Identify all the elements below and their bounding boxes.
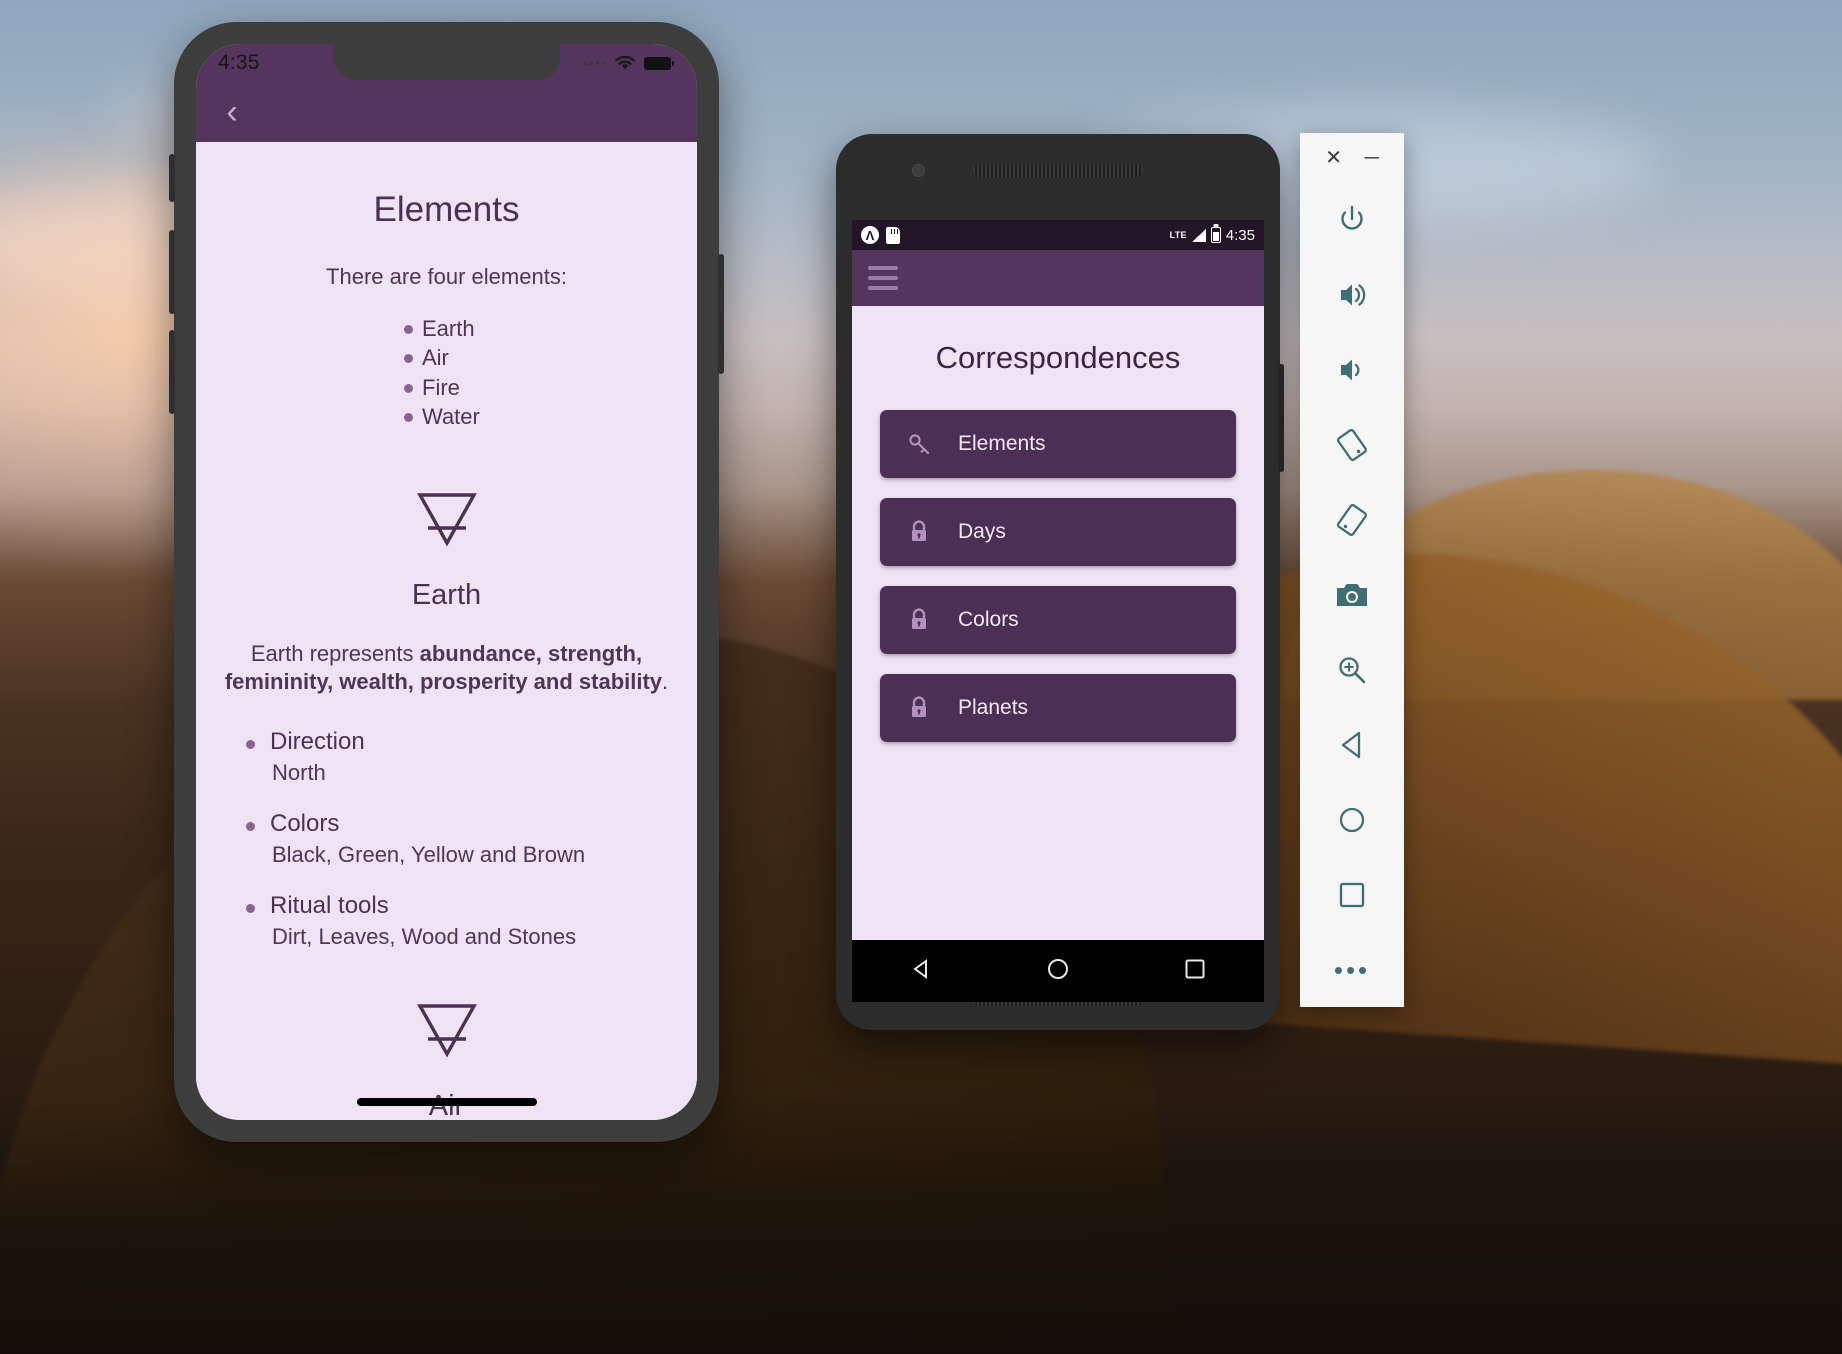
desc-tail: . — [662, 669, 669, 695]
back-nav-button[interactable] — [908, 956, 934, 987]
volume-down-button[interactable] — [1300, 333, 1404, 408]
earth-alchemical-symbol — [416, 493, 477, 547]
rotate-left-icon — [1336, 429, 1368, 462]
iphone-volume-up-button[interactable] — [169, 230, 175, 314]
minimize-icon[interactable]: ─ — [1365, 148, 1379, 168]
element-name: Earth — [411, 579, 482, 611]
rotate-right-button[interactable] — [1300, 483, 1404, 558]
circle-home-icon — [1339, 807, 1365, 832]
signal-icon — [1191, 228, 1206, 242]
iphone-power-button[interactable] — [718, 254, 724, 374]
android-status-bar: Λ LTE 4:35 — [852, 220, 1264, 250]
volume-up-icon — [1341, 284, 1366, 306]
square-overview-icon — [1339, 882, 1365, 907]
rotate-left-button[interactable] — [1300, 408, 1404, 483]
earth-symbol-wrap — [222, 483, 671, 553]
front-camera-icon — [912, 164, 925, 177]
screenshot-button[interactable] — [1300, 558, 1404, 633]
air-symbol-wrap — [222, 994, 671, 1064]
list-item: Ritual tools Dirt, Leaves, Wood and Ston… — [222, 892, 671, 950]
lock-icon — [880, 607, 958, 633]
emulator-toolbar: ✕ ─ ••• — [1300, 133, 1404, 1007]
menu-button-colors[interactable]: Colors — [880, 586, 1236, 654]
attribute-key: Colors — [270, 810, 340, 838]
zoom-button[interactable] — [1300, 632, 1404, 707]
earpiece-speaker — [973, 164, 1143, 177]
android-status-clock: 4:35 — [1225, 226, 1255, 244]
power-button[interactable] — [1300, 183, 1404, 258]
android-app-bar — [852, 250, 1264, 306]
page-title: Correspondences — [935, 340, 1181, 375]
menu-button-planets[interactable]: Planets — [880, 674, 1236, 742]
list-item: Water — [222, 402, 671, 431]
attribute-key: Ritual tools — [270, 892, 389, 920]
android-top-bezel — [836, 134, 1280, 220]
air-alchemical-symbol — [416, 1004, 477, 1058]
android-navigation-bar — [852, 940, 1264, 1002]
earth-attributes-list: Direction North Colors Black, Green, Yel… — [222, 728, 671, 950]
home-indicator[interactable] — [356, 1098, 537, 1106]
list-item: Colors Black, Green, Yellow and Brown — [222, 810, 671, 868]
app-logo-icon: Λ — [861, 226, 879, 244]
iphone-device-frame: 4:35 ‹ Elements There are four elements:… — [169, 22, 724, 1142]
attribute-value: Dirt, Leaves, Wood and Stones — [272, 924, 577, 950]
close-icon[interactable]: ✕ — [1325, 148, 1342, 168]
menu-button-label: Planets — [958, 696, 1029, 719]
iphone-volume-down-button[interactable] — [169, 330, 175, 414]
list-item: Earth — [222, 314, 671, 343]
volume-up-button[interactable] — [1300, 258, 1404, 333]
lock-icon — [880, 695, 958, 721]
android-device-frame: Λ LTE 4:35 Correspondences Elements Days… — [836, 134, 1284, 1030]
hamburger-menu-icon[interactable] — [868, 266, 898, 290]
ellipsis-icon: ••• — [1333, 954, 1371, 985]
magnifier-icon — [1339, 657, 1366, 684]
menu-button-days[interactable]: Days — [880, 498, 1236, 566]
overview-button[interactable] — [1300, 857, 1404, 932]
back-button[interactable] — [1300, 707, 1404, 782]
battery-icon — [1210, 227, 1221, 243]
triangle-back-icon — [1341, 731, 1361, 758]
list-item: Direction North — [222, 728, 671, 786]
signal-dots-icon — [582, 61, 606, 65]
list-item: Air — [222, 343, 671, 372]
wifi-icon — [615, 55, 635, 70]
recents-nav-button[interactable] — [1182, 956, 1208, 987]
power-icon — [1341, 206, 1363, 231]
key-icon — [880, 431, 958, 457]
rotate-right-icon — [1336, 504, 1368, 537]
window-controls: ✕ ─ — [1300, 133, 1404, 183]
sd-card-icon — [886, 226, 900, 244]
home-nav-button[interactable] — [1045, 956, 1071, 987]
home-button[interactable] — [1300, 782, 1404, 857]
android-content: Correspondences Elements Days Colors Pla… — [852, 306, 1264, 940]
menu-button-label: Days — [958, 520, 1006, 543]
chevron-left-icon[interactable]: ‹ — [210, 90, 254, 134]
page-title: Elements — [373, 190, 520, 229]
camera-icon — [1337, 584, 1367, 606]
elements-list: Earth Air Fire Water — [222, 314, 671, 431]
iphone-mute-switch[interactable] — [169, 154, 175, 202]
attribute-value: Black, Green, Yellow and Brown — [272, 842, 586, 868]
menu-button-elements[interactable]: Elements — [880, 410, 1236, 478]
more-button[interactable]: ••• — [1300, 932, 1404, 1007]
menu-button-label: Elements — [958, 432, 1046, 455]
network-type-label: LTE — [1169, 230, 1187, 240]
element-description: Earth represents abundance, strength, fe… — [222, 640, 671, 696]
attribute-key: Direction — [270, 728, 365, 756]
page-intro-text: There are four elements: — [326, 264, 567, 289]
desc-plain: Earth represents — [250, 641, 420, 666]
ios-app-bar: ‹ — [196, 82, 697, 142]
iphone-notch — [333, 44, 560, 80]
android-screen: Λ LTE 4:35 Correspondences Elements Days… — [852, 220, 1264, 940]
ios-content-scroll[interactable]: Elements There are four elements: Earth … — [196, 142, 697, 1120]
list-item: Fire — [222, 373, 671, 402]
ios-status-clock: 4:35 — [218, 51, 260, 74]
menu-button-label: Colors — [958, 608, 1019, 631]
iphone-screen: 4:35 ‹ Elements There are four elements:… — [196, 44, 697, 1120]
volume-down-icon — [1341, 359, 1360, 381]
attribute-value: North — [272, 760, 326, 786]
battery-icon — [644, 56, 674, 70]
lock-icon — [880, 519, 958, 545]
